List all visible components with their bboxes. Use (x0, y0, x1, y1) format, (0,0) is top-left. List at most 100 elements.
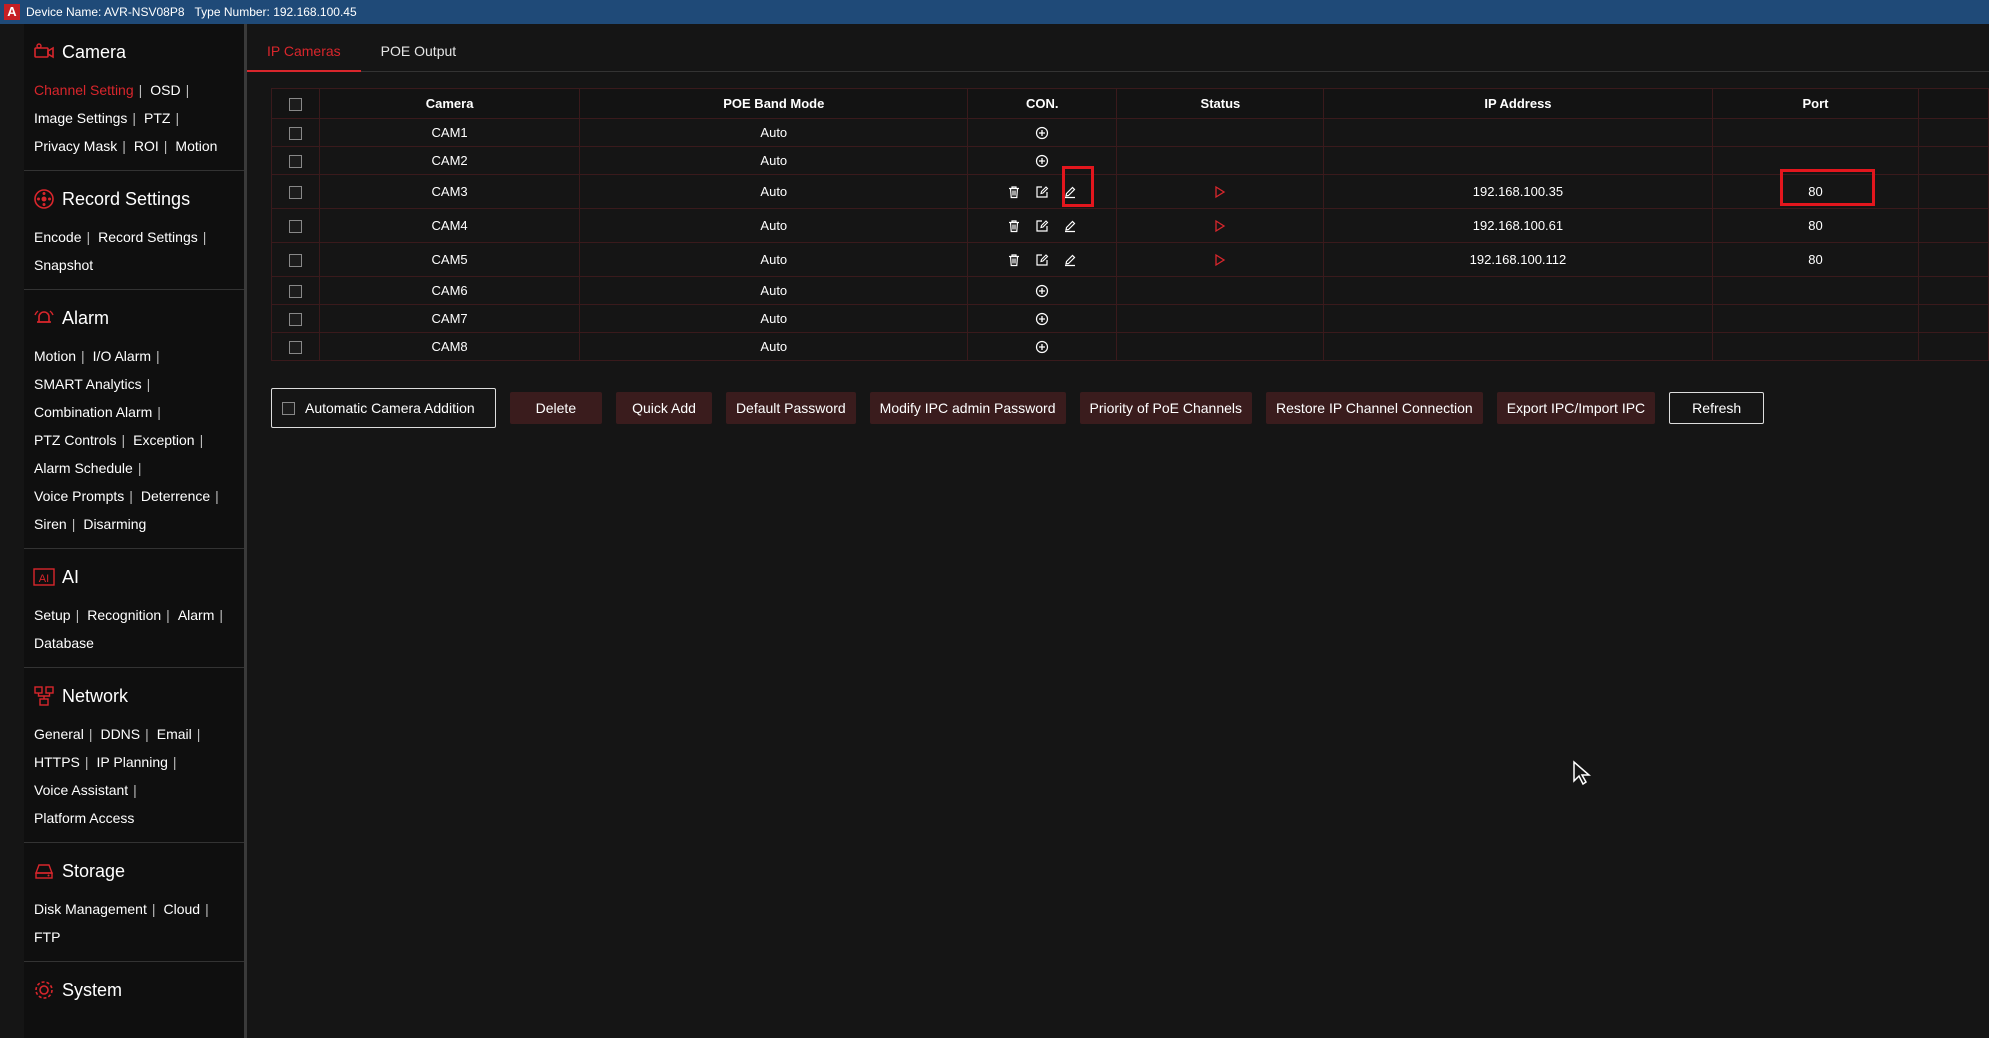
automatic-camera-addition-toggle[interactable]: Automatic Camera Addition (271, 388, 496, 428)
sidebar-link-image-settings[interactable]: Image Settings (34, 110, 127, 126)
add-camera-icon[interactable] (1033, 310, 1051, 328)
ip-address-cell (1323, 146, 1713, 175)
sidebar-link-platform-access[interactable]: Platform Access (34, 810, 134, 826)
sidebar-link-record-settings[interactable]: Record Settings (98, 229, 198, 245)
col-header-poe-band-mode: POE Band Mode (579, 88, 969, 119)
sidebar-link-ftp[interactable]: FTP (34, 929, 60, 945)
sidebar-link-alarm-schedule[interactable]: Alarm Schedule (34, 460, 133, 476)
sidebar-link-io-alarm[interactable]: I/O Alarm (93, 348, 151, 364)
sidebar-link-smart-analytics[interactable]: SMART Analytics (34, 376, 142, 392)
export-import-ipc-button[interactable]: Export IPC/Import IPC (1496, 392, 1656, 424)
sidebar-title-ai: AI (62, 566, 80, 587)
sidebar-link-database[interactable]: Database (34, 635, 94, 651)
select-all-checkbox[interactable] (288, 98, 302, 112)
sidebar-link-privacy-mask[interactable]: Privacy Mask (34, 138, 117, 154)
pencil-icon[interactable] (1061, 251, 1079, 269)
add-camera-icon[interactable] (1033, 282, 1051, 300)
restore-ip-channel-connection-button[interactable]: Restore IP Channel Connection (1266, 392, 1483, 424)
sidebar-link-disarming[interactable]: Disarming (83, 516, 146, 532)
sidebar-link-deterrence[interactable]: Deterrence (141, 488, 210, 504)
sidebar-link-voice-assistant[interactable]: Voice Assistant (34, 782, 128, 798)
pencil-icon[interactable] (1061, 183, 1079, 201)
play-status-icon[interactable] (1211, 183, 1229, 201)
modify-ipc-admin-password-button[interactable]: Modify IPC admin Password (869, 392, 1066, 424)
play-status-icon[interactable] (1211, 251, 1229, 269)
row-checkbox[interactable] (288, 313, 302, 327)
extra-cell (1918, 276, 1989, 305)
sidebar-link-osd[interactable]: OSD (150, 82, 180, 98)
table-row: CAM5 Auto 192.168.100.112 80 (271, 242, 1989, 277)
sidebar-link-combination-alarm[interactable]: Combination Alarm (34, 404, 152, 420)
ip-address-cell (1323, 304, 1713, 333)
ip-camera-table-body: CAM1 Auto CAM2 Auto CAM3 Auto 192.168.100.35 80… (271, 118, 1989, 361)
sidebar-link-ddns[interactable]: DDNS (100, 726, 140, 742)
sidebar-header-camera[interactable]: Camera (24, 32, 244, 72)
row-checkbox[interactable] (288, 127, 302, 141)
sidebar-header-system[interactable]: System (24, 970, 244, 1010)
row-checkbox[interactable] (288, 254, 302, 268)
tab-ip-cameras[interactable]: IP Cameras (247, 38, 361, 72)
quick-add-button[interactable]: Quick Add (616, 392, 712, 424)
row-checkbox[interactable] (288, 155, 302, 169)
sidebar-link-siren[interactable]: Siren (34, 516, 67, 532)
edit-icon[interactable] (1033, 217, 1051, 235)
delete-icon[interactable] (1005, 183, 1023, 201)
row-checkbox[interactable] (288, 186, 302, 200)
sidebar-link-email[interactable]: Email (157, 726, 192, 742)
sidebar-link-disk-management[interactable]: Disk Management (34, 901, 147, 917)
sidebar-link-https[interactable]: HTTPS (34, 754, 80, 770)
pencil-icon[interactable] (1061, 217, 1079, 235)
sidebar-header-ai[interactable]: AI AI (24, 557, 244, 597)
sidebar-section-record: Record Settings Encode | Record Settings | … (24, 171, 244, 290)
row-select-cell (271, 332, 320, 361)
row-checkbox[interactable] (288, 341, 302, 355)
sidebar-link-ai-alarm[interactable]: Alarm (178, 607, 215, 623)
sidebar-link-ptz[interactable]: PTZ (144, 110, 170, 126)
sidebar-link-channel-setting[interactable]: Channel Setting (34, 82, 134, 98)
tab-poe-output[interactable]: POE Output (361, 38, 476, 72)
sidebar-link-motion[interactable]: Motion (175, 138, 217, 154)
priority-poe-channels-button[interactable]: Priority of PoE Channels (1079, 392, 1253, 424)
sidebar-link-exception[interactable]: Exception (133, 432, 194, 448)
action-button-row: Automatic Camera Addition Delete Quick A… (271, 388, 1778, 428)
sidebar-header-storage[interactable]: Storage (24, 851, 244, 891)
sidebar-title-camera: Camera (62, 41, 127, 62)
edit-icon[interactable] (1033, 183, 1051, 201)
ip-address-cell (1323, 276, 1713, 305)
sidebar-link-ai-setup[interactable]: Setup (34, 607, 71, 623)
refresh-button[interactable]: Refresh (1669, 392, 1765, 424)
delete-icon[interactable] (1005, 251, 1023, 269)
delete-button[interactable]: Delete (509, 392, 603, 424)
sidebar-link-voice-prompts[interactable]: Voice Prompts (34, 488, 124, 504)
sidebar-link-motion-alarm[interactable]: Motion (34, 348, 76, 364)
row-checkbox[interactable] (288, 220, 302, 234)
add-camera-icon[interactable] (1033, 124, 1051, 142)
row-checkbox[interactable] (288, 285, 302, 299)
sidebar-link-snapshot[interactable]: Snapshot (34, 257, 93, 273)
status-cell (1116, 174, 1325, 209)
sidebar-link-roi[interactable]: ROI (134, 138, 159, 154)
sidebar-link-cloud[interactable]: Cloud (163, 901, 200, 917)
sidebar-link-ptz-controls[interactable]: PTZ Controls (34, 432, 116, 448)
sidebar-link-encode[interactable]: Encode (34, 229, 81, 245)
default-password-button[interactable]: Default Password (725, 392, 856, 424)
sidebar-title-alarm: Alarm (62, 307, 110, 328)
sidebar-header-network[interactable]: Network (24, 676, 244, 716)
sidebar-link-recognition[interactable]: Recognition (87, 607, 161, 623)
extra-cell (1918, 332, 1989, 361)
camera-name-cell: CAM4 (318, 208, 581, 243)
automatic-camera-addition-checkbox[interactable] (282, 401, 295, 415)
add-camera-icon[interactable] (1033, 338, 1051, 356)
sidebar-header-record[interactable]: Record Settings (24, 179, 244, 219)
status-cell (1116, 146, 1325, 175)
status-cell (1116, 242, 1325, 277)
sidebar-title-record: Record Settings (62, 188, 191, 209)
sidebar-link-ip-planning[interactable]: IP Planning (97, 754, 168, 770)
add-camera-icon[interactable] (1033, 152, 1051, 170)
delete-icon[interactable] (1005, 217, 1023, 235)
play-status-icon[interactable] (1211, 217, 1229, 235)
edit-icon[interactable] (1033, 251, 1051, 269)
sidebar-header-alarm[interactable]: Alarm (24, 298, 244, 338)
svg-text:AI: AI (39, 573, 49, 585)
sidebar-link-general[interactable]: General (34, 726, 84, 742)
